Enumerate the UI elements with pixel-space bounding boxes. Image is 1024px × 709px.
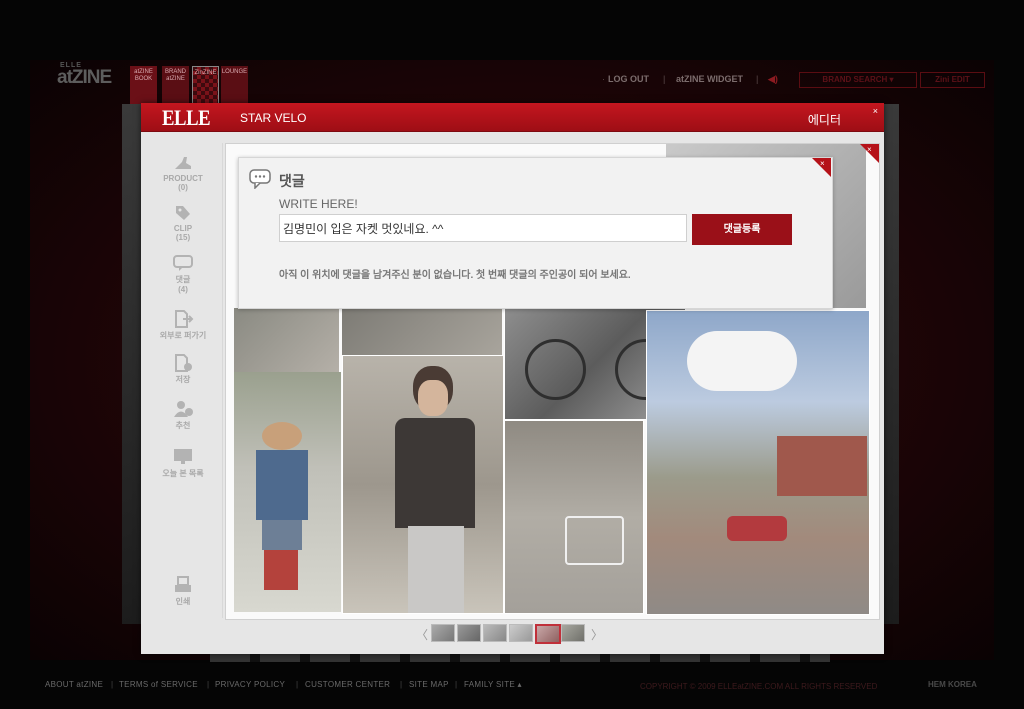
sidebar-item-label: 오늘 본 목록: [162, 469, 204, 478]
thumbnail[interactable]: [509, 624, 533, 642]
article-modal: ELLE STAR VELO 에디터 × PRODUCT (0) CLIP (1…: [141, 103, 884, 654]
bike-wheel: [525, 339, 586, 400]
sidebar-item-label: 저장: [175, 375, 191, 384]
red-car: [727, 516, 787, 541]
content-close-icon[interactable]: ×: [867, 145, 872, 154]
sidebar-item-print[interactable]: 인쇄: [141, 576, 225, 607]
photo-basket-bike[interactable]: [504, 420, 644, 614]
cloud: [687, 331, 797, 391]
comment-input[interactable]: [279, 214, 687, 242]
comment-icon: [249, 169, 271, 189]
shoe-icon: [175, 157, 191, 169]
footer-divider: |: [400, 680, 403, 689]
company-logo: HEM KOREA: [928, 680, 977, 689]
footer-link-family[interactable]: FAMILY SITE ▴: [464, 680, 522, 689]
write-here-label: WRITE HERE!: [279, 197, 358, 211]
footer-divider: |: [111, 680, 114, 689]
footer-link-sitemap[interactable]: SITE MAP: [409, 680, 449, 689]
export-icon: [175, 310, 194, 328]
child-boots: [264, 550, 298, 590]
footer-link-privacy[interactable]: PRIVACY POLICY: [215, 680, 285, 689]
footer-link-customer[interactable]: CUSTOMER CENTER: [305, 680, 390, 689]
child-sweater: [256, 450, 308, 520]
photo-street[interactable]: [646, 310, 870, 615]
man-jacket: [395, 418, 475, 528]
sidebar-item-count: (15): [175, 233, 191, 242]
comment-title: 댓글: [279, 173, 305, 189]
sidebar-item-history[interactable]: 오늘 본 목록: [141, 448, 225, 479]
man-face: [418, 380, 448, 416]
footer-divider: |: [455, 680, 458, 689]
sidebar-item-clip[interactable]: CLIP (15): [141, 204, 225, 242]
sidebar-item-recommend[interactable]: 추천: [141, 400, 225, 431]
photo-window[interactable]: [342, 308, 502, 358]
footer-divider: |: [296, 680, 299, 689]
photo-building[interactable]: [234, 308, 339, 373]
man-jeans: [408, 526, 464, 613]
tag-icon: [176, 206, 190, 220]
thumb-prev-icon[interactable]: 〈: [416, 626, 428, 643]
modal-header: ELLE STAR VELO 에디터 ×: [141, 103, 884, 132]
sidebar-item-label: 댓글: [175, 275, 191, 284]
thumbnail[interactable]: [561, 624, 585, 642]
tab-lounge[interactable]: LOUNGE: [221, 66, 248, 104]
tab-atzine-book[interactable]: atZINE BOOK: [130, 66, 157, 104]
thumbnail[interactable]: [483, 624, 507, 642]
zini-edit-button[interactable]: Zini EDIT: [920, 72, 985, 88]
tab-zinzine[interactable]: ZinZINE: [192, 66, 219, 104]
thumbnail-active[interactable]: [535, 624, 561, 644]
sidebar-divider: [222, 143, 223, 618]
sidebar-item-count: (4): [178, 285, 188, 294]
article-content: × 댓글 WRITE HERE! 댓글등록 아직 이 위치에 댓글을 남겨주신 …: [225, 143, 880, 620]
thumb-next-icon[interactable]: 〉: [591, 626, 603, 643]
save-icon: [175, 354, 192, 372]
sidebar-item-comment[interactable]: 댓글 (4): [141, 254, 225, 294]
comment-notice: 아직 이 위치에 댓글을 남겨주신 분이 없습니다. 첫 번째 댓글의 주인공이…: [279, 270, 631, 281]
print-icon: [175, 576, 191, 592]
thumbnail[interactable]: [431, 624, 455, 642]
brick-house: [777, 436, 867, 496]
footer-divider: |: [207, 680, 210, 689]
modal-close-icon[interactable]: ×: [873, 106, 878, 116]
sidebar-item-label: 외부로 퍼가기: [159, 331, 207, 340]
sidebar-item-count: (0): [178, 183, 188, 192]
widget-link[interactable]: atZINE WIDGET: [676, 74, 743, 84]
site-logo[interactable]: ELLE atZINE: [57, 62, 112, 89]
child-face: [262, 422, 302, 450]
sidebar-item-label: 인쇄: [175, 597, 191, 606]
photo-child[interactable]: [234, 372, 341, 612]
brand-search-button[interactable]: BRAND SEARCH ▾: [799, 72, 917, 88]
sidebar-item-label: 추천: [175, 421, 191, 430]
sidebar-item-export[interactable]: 외부로 퍼가기: [141, 310, 225, 341]
sidebar-item-label: CLIP: [173, 224, 193, 233]
child-shorts: [262, 520, 302, 550]
tab-brand-atzine[interactable]: BRAND atZINE: [162, 66, 189, 104]
sidebar-item-save[interactable]: 저장: [141, 354, 225, 385]
thumbnail[interactable]: [457, 624, 481, 642]
footer-link-terms[interactable]: TERMS of SERVICE: [119, 680, 198, 689]
monitor-icon: [174, 449, 192, 464]
copyright: COPYRIGHT © 2009 ELLEatZINE.COM ALL RIGH…: [640, 682, 878, 691]
recommend-icon: [174, 401, 193, 417]
comment-submit-button[interactable]: 댓글등록: [692, 214, 792, 245]
editor-link[interactable]: 에디터: [808, 111, 841, 128]
nav-dot: ·: [602, 74, 605, 84]
sidebar-item-label: PRODUCT: [163, 174, 203, 183]
nav-divider: |: [663, 74, 666, 84]
sidebar-item-product[interactable]: PRODUCT (0): [141, 154, 225, 192]
bike-basket: [565, 516, 624, 565]
footer-link-about[interactable]: ABOUT atZINE: [45, 680, 103, 689]
photo-man[interactable]: [342, 355, 504, 614]
logout-link[interactable]: LOG OUT: [608, 74, 649, 84]
comment-popup: 댓글 WRITE HERE! 댓글등록 아직 이 위치에 댓글을 남겨주신 분이…: [238, 157, 833, 309]
modal-title: STAR VELO: [240, 111, 307, 125]
popup-close-icon[interactable]: ×: [820, 159, 825, 168]
modal-sidebar: PRODUCT (0) CLIP (15) 댓글 (4) 외부로 퍼가기 저장 …: [141, 132, 223, 654]
speaker-icon[interactable]: ◀): [768, 74, 778, 85]
nav-divider: |: [756, 74, 759, 84]
comment-icon: [173, 255, 193, 271]
elle-logo[interactable]: ELLE: [162, 105, 211, 131]
